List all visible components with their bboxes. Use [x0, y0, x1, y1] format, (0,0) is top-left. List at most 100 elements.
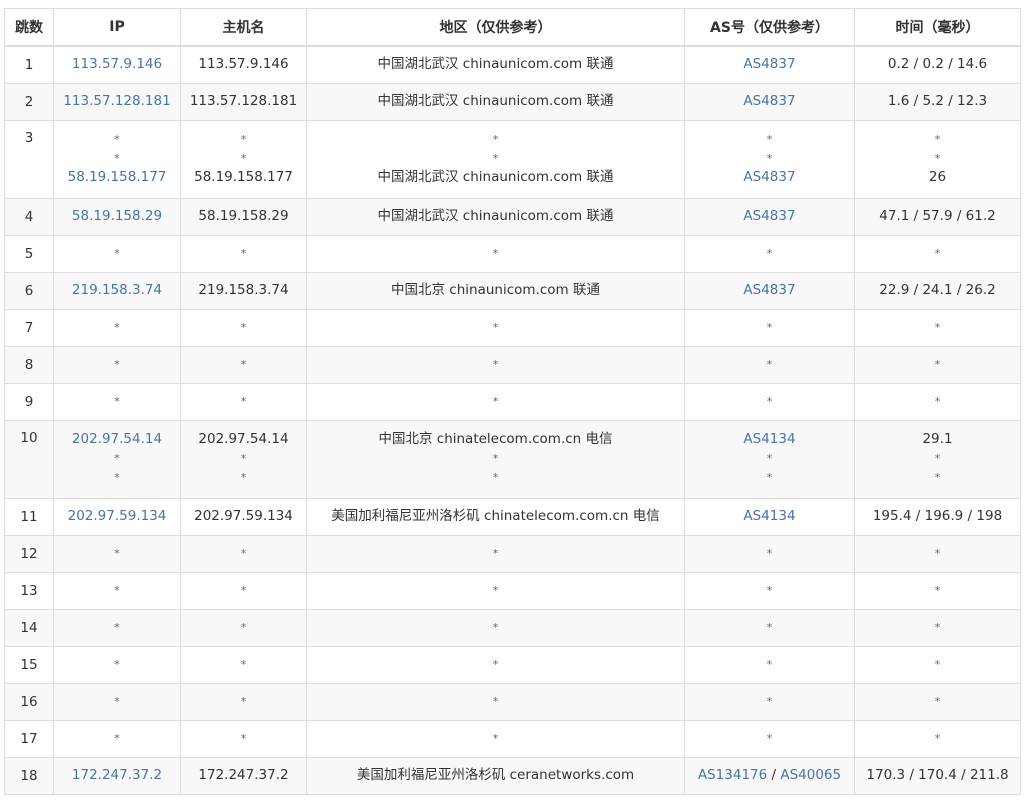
table-row: 15 * * * * *	[4, 645, 1021, 684]
table-row: 9 * * * * *	[4, 382, 1021, 421]
hostname-cell: *	[180, 234, 307, 273]
empty-marker: *	[934, 584, 941, 597]
ip-cell: *	[53, 645, 181, 684]
empty-marker: *	[934, 151, 941, 165]
asn-link[interactable]: AS4837	[743, 93, 795, 109]
hop-cell: 16	[4, 682, 54, 721]
region-cell: *	[306, 382, 685, 421]
empty-marker: *	[766, 547, 773, 560]
table-row: 3 * * 58.19.158.177 * * 58.19.158.177 * * 中国湖北武汉 …	[4, 119, 1021, 199]
time-value: 0.2 / 0.2 / 14.6	[887, 56, 988, 73]
ip-link[interactable]: 172.247.37.2	[56, 766, 178, 785]
empty-marker: *	[114, 247, 120, 260]
empty-marker: *	[766, 132, 773, 146]
asn-line: *	[687, 392, 852, 411]
hostname-value: 58.19.158.29	[198, 208, 289, 224]
empty-marker: *	[934, 358, 941, 371]
asn-link[interactable]: AS134176	[698, 767, 767, 783]
empty-marker: *	[492, 451, 499, 465]
empty-marker: *	[114, 321, 120, 334]
hostname-value: 202.97.54.14	[198, 430, 289, 447]
ip-link[interactable]: 202.97.54.14	[56, 430, 178, 449]
asn-cell: *	[684, 571, 855, 610]
empty-marker: *	[114, 621, 120, 634]
ip-link[interactable]: 219.158.3.74	[56, 281, 178, 300]
empty-marker: *	[934, 658, 941, 671]
hostname-cell: *	[180, 382, 307, 421]
hostname-cell: *	[180, 719, 307, 758]
asn-cell: AS4837	[684, 271, 855, 310]
table-row: 12 * * * * *	[4, 534, 1021, 573]
region-cell: *	[306, 234, 685, 273]
empty-marker: *	[114, 470, 120, 484]
asn-line: *	[687, 149, 852, 168]
asn-line: *	[687, 468, 852, 487]
asn-cell: AS134176 / AS40065	[684, 756, 855, 795]
asn-line: *	[687, 581, 852, 600]
region-value: 中国湖北武汉 chinaunicom.com 联通	[377, 56, 614, 73]
empty-marker: *	[934, 621, 941, 634]
region-cell: *	[306, 719, 685, 758]
region-cell: 美国加利福尼亚州洛杉矶 ceranetworks.com	[306, 756, 685, 795]
hop-cell: 6	[4, 271, 54, 310]
empty-marker: *	[240, 358, 247, 371]
asn-line: *	[687, 544, 852, 563]
region-value: 中国北京 chinaunicom.com 联通	[391, 282, 600, 298]
empty-marker: *	[766, 584, 773, 597]
hostname-cell: 113.57.9.146	[180, 45, 307, 84]
empty-marker: *	[934, 547, 941, 560]
header-region: 地区（仅供参考）	[306, 8, 685, 47]
ip-link[interactable]: 113.57.128.181	[56, 92, 178, 111]
empty-marker: *	[492, 584, 499, 597]
asn-cell: *	[684, 382, 855, 421]
asn-line: *	[687, 130, 852, 149]
asn-line: *	[687, 655, 852, 674]
ip-cell: *	[53, 308, 181, 347]
hostname-cell: 172.247.37.2	[180, 756, 307, 795]
region-value: 中国湖北武汉 chinaunicom.com 联通	[377, 208, 614, 224]
asn-cell: * * AS4837	[684, 119, 855, 199]
ip-link[interactable]: 202.97.59.134	[56, 507, 178, 526]
ip-cell: *	[53, 234, 181, 273]
asn-link[interactable]: AS4134	[743, 431, 795, 447]
region-value: 中国湖北武汉 chinaunicom.com 联通	[377, 168, 614, 185]
hop-cell: 9	[4, 382, 54, 421]
header-ip: IP	[53, 8, 181, 47]
empty-marker: *	[492, 151, 499, 165]
asn-line: AS4837	[687, 168, 852, 187]
empty-marker: *	[240, 470, 247, 484]
empty-marker: *	[766, 395, 773, 408]
ip-cell: *	[53, 682, 181, 721]
table-row: 14 * * * * *	[4, 608, 1021, 647]
asn-link[interactable]: AS4134	[743, 508, 795, 524]
table-header-row: 跳数 IP 主机名 地区（仅供参考） AS号（仅供参考） 时间（毫秒）	[4, 8, 1021, 47]
hostname-value: 172.247.37.2	[198, 767, 289, 783]
hop-cell: 14	[4, 608, 54, 647]
time-cell: *	[854, 719, 1021, 758]
empty-marker: *	[240, 151, 247, 165]
asn-link[interactable]: AS40065	[780, 767, 841, 783]
hostname-cell: *	[180, 534, 307, 573]
ip-link[interactable]: 58.19.158.29	[56, 207, 178, 226]
asn-link[interactable]: AS4837	[743, 208, 795, 224]
asn-link[interactable]: AS4837	[743, 56, 795, 72]
asn-link[interactable]: AS4837	[743, 282, 795, 298]
ip-cell: 172.247.37.2	[53, 756, 181, 795]
region-cell: *	[306, 534, 685, 573]
ip-cell: *	[53, 534, 181, 573]
ip-link[interactable]: 58.19.158.177	[56, 168, 178, 187]
empty-marker: *	[766, 247, 773, 260]
time-cell: 29.1 * *	[854, 419, 1021, 499]
time-cell: 22.9 / 24.1 / 26.2	[854, 271, 1021, 310]
table-row: 6 219.158.3.74 219.158.3.74 中国北京 chinaunico…	[4, 271, 1021, 310]
table-row: 11 202.97.59.134 202.97.59.134 美国加利福尼亚州洛杉矶 …	[4, 497, 1021, 536]
hostname-cell: *	[180, 308, 307, 347]
region-cell: *	[306, 571, 685, 610]
asn-link[interactable]: AS4837	[743, 169, 795, 185]
empty-marker: *	[114, 732, 120, 745]
ip-link[interactable]: 113.57.9.146	[56, 55, 178, 74]
empty-marker: *	[934, 732, 941, 745]
empty-marker: *	[114, 395, 120, 408]
empty-marker: *	[240, 321, 247, 334]
asn-cell: *	[684, 682, 855, 721]
